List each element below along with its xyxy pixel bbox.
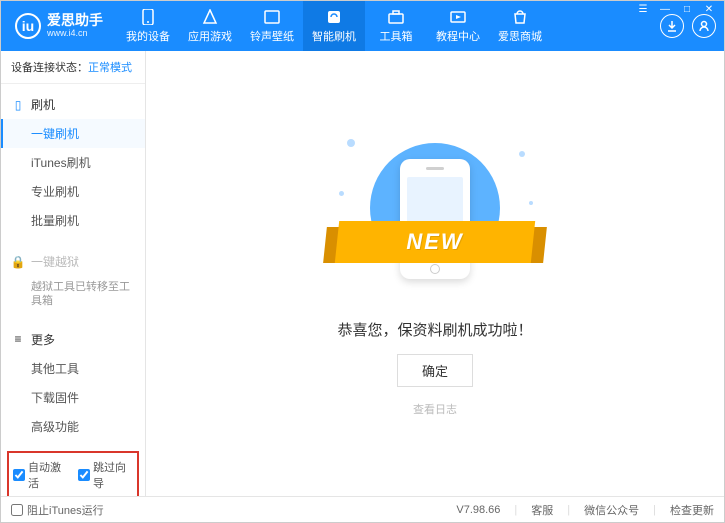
logo: iu 爱思助手 www.i4.cn bbox=[1, 13, 117, 39]
version-label: V7.98.66 bbox=[456, 504, 500, 516]
nav-tutorials[interactable]: 教程中心 bbox=[427, 1, 489, 51]
nav-toolbox[interactable]: 工具箱 bbox=[365, 1, 427, 51]
phone-icon bbox=[138, 9, 158, 25]
nav-label: 智能刷机 bbox=[312, 28, 356, 44]
nav-label: 我的设备 bbox=[126, 28, 170, 44]
window-controls: ☰ — □ ✕ bbox=[633, 2, 719, 16]
sidebar-item-other[interactable]: 其他工具 bbox=[1, 354, 145, 383]
toolbox-icon bbox=[386, 9, 406, 25]
update-link[interactable]: 检查更新 bbox=[670, 502, 714, 518]
maximize-icon[interactable]: □ bbox=[677, 2, 697, 16]
nav-store[interactable]: 爱思商城 bbox=[489, 1, 551, 51]
new-banner: NEW bbox=[325, 221, 545, 263]
sidebar-more-header[interactable]: ≡ 更多 bbox=[1, 325, 145, 354]
sidebar-item-pro[interactable]: 专业刷机 bbox=[1, 177, 145, 206]
ok-button[interactable]: 确定 bbox=[397, 354, 473, 387]
store-icon bbox=[510, 9, 530, 25]
close-icon[interactable]: ✕ bbox=[699, 2, 719, 16]
service-link[interactable]: 客服 bbox=[531, 502, 553, 518]
titlebar: iu 爱思助手 www.i4.cn 我的设备 应用游戏 铃声壁纸 智能刷机 工具… bbox=[1, 1, 724, 51]
wechat-link[interactable]: 微信公众号 bbox=[584, 502, 639, 518]
sidebar-jailbreak-header: 🔒 一键越狱 bbox=[1, 247, 145, 276]
nav-flash[interactable]: 智能刷机 bbox=[303, 1, 365, 51]
flash-icon bbox=[324, 9, 344, 25]
nav-label: 教程中心 bbox=[436, 28, 480, 44]
download-button[interactable] bbox=[660, 14, 684, 38]
footer: 阻止iTunes运行 V7.98.66 | 客服 | 微信公众号 | 检查更新 bbox=[1, 496, 724, 522]
block-itunes-checkbox[interactable]: 阻止iTunes运行 bbox=[11, 502, 104, 518]
sidebar-item-batch[interactable]: 批量刷机 bbox=[1, 206, 145, 235]
tutorial-icon bbox=[448, 9, 468, 25]
auto-activate-checkbox[interactable]: 自动激活 bbox=[13, 459, 68, 491]
wallpaper-icon bbox=[262, 9, 282, 25]
success-illustration: NEW bbox=[335, 131, 535, 301]
sidebar-item-itunes[interactable]: iTunes刷机 bbox=[1, 148, 145, 177]
apps-icon bbox=[200, 9, 220, 25]
app-name: 爱思助手 bbox=[47, 13, 103, 28]
skip-guide-checkbox[interactable]: 跳过向导 bbox=[78, 459, 133, 491]
lock-icon: 🔒 bbox=[11, 255, 25, 269]
nav-ringtones[interactable]: 铃声壁纸 bbox=[241, 1, 303, 51]
sidebar-flash-header[interactable]: ▯ 刷机 bbox=[1, 90, 145, 119]
user-button[interactable] bbox=[692, 14, 716, 38]
options-row: 自动激活 跳过向导 bbox=[7, 451, 139, 496]
minimize-icon[interactable]: — bbox=[655, 2, 675, 16]
nav-label: 工具箱 bbox=[380, 28, 413, 44]
list-icon: ≡ bbox=[11, 332, 25, 346]
device-status-value: 正常模式 bbox=[88, 62, 132, 74]
nav-label: 爱思商城 bbox=[498, 28, 542, 44]
nav-my-device[interactable]: 我的设备 bbox=[117, 1, 179, 51]
device-status: 设备连接状态：正常模式 bbox=[1, 51, 145, 84]
main-nav: 我的设备 应用游戏 铃声壁纸 智能刷机 工具箱 教程中心 爱思商城 bbox=[117, 1, 660, 51]
sidebar-item-oneclick[interactable]: 一键刷机 bbox=[1, 119, 145, 148]
sidebar-item-advanced[interactable]: 高级功能 bbox=[1, 412, 145, 441]
logo-icon: iu bbox=[15, 13, 41, 39]
sidebar-jailbreak-note: 越狱工具已转移至工具箱 bbox=[1, 276, 145, 313]
menu-icon[interactable]: ☰ bbox=[633, 2, 653, 16]
phone-icon: ▯ bbox=[11, 98, 25, 112]
sidebar: 设备连接状态：正常模式 ▯ 刷机 一键刷机 iTunes刷机 专业刷机 批量刷机… bbox=[1, 51, 146, 496]
nav-label: 铃声壁纸 bbox=[250, 28, 294, 44]
app-url: www.i4.cn bbox=[47, 29, 103, 39]
nav-apps[interactable]: 应用游戏 bbox=[179, 1, 241, 51]
main-content: NEW 恭喜您，保资料刷机成功啦！ 确定 查看日志 bbox=[146, 51, 724, 496]
view-log-link[interactable]: 查看日志 bbox=[413, 401, 457, 417]
success-message: 恭喜您，保资料刷机成功啦！ bbox=[337, 319, 532, 340]
sidebar-item-firmware[interactable]: 下载固件 bbox=[1, 383, 145, 412]
nav-label: 应用游戏 bbox=[188, 28, 232, 44]
